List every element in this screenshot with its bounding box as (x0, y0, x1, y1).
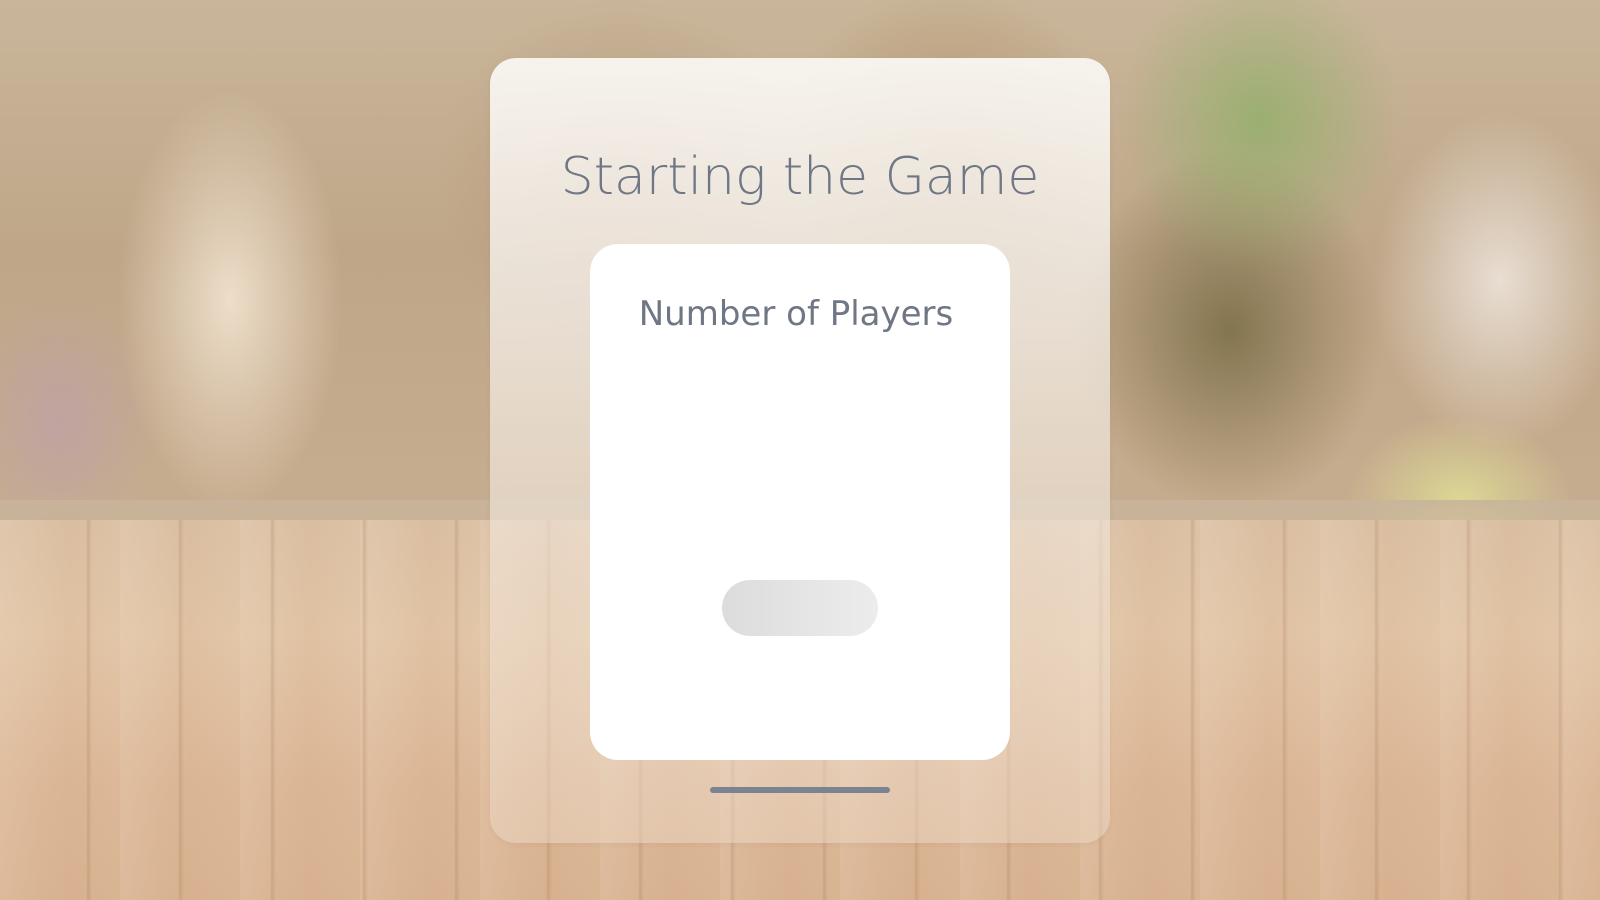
window-title: Starting the Game (560, 147, 1040, 207)
window-grabber-bar[interactable] (710, 787, 890, 793)
player-count-button[interactable] (722, 580, 878, 636)
players-label: Number of Players (638, 294, 954, 334)
scene-background: Starting the Game Number of Players (0, 0, 1600, 900)
players-card: Number of Players (590, 244, 1010, 760)
game-setup-window: Starting the Game Number of Players (490, 58, 1110, 843)
